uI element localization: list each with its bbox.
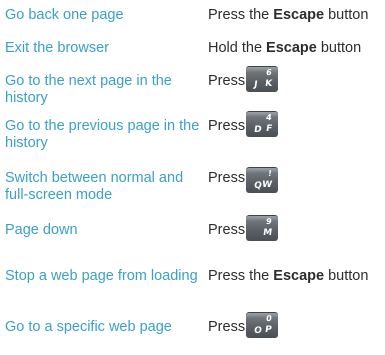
instruction-text: Press the <box>208 268 274 284</box>
instruction: Press the Escape button <box>208 7 368 24</box>
key-glyph: J <box>253 80 259 90</box>
key-glyph: D <box>253 125 263 135</box>
instruction-text: Press <box>208 118 246 134</box>
instruction-key-name: Escape <box>273 268 325 284</box>
key-glyph: P <box>264 325 273 335</box>
0-op-key-icon: 0OP <box>246 312 278 338</box>
key-glyph: O <box>253 326 263 336</box>
instruction-text: Press <box>208 170 246 186</box>
action-label: Page down <box>5 222 78 238</box>
action-label: Exit the browser <box>5 40 109 56</box>
instruction-text: Press <box>208 319 246 335</box>
instruction: Press 0OP <box>208 312 278 338</box>
key-glyph: ! <box>267 169 273 178</box>
instruction-key-name: Escape <box>266 40 317 56</box>
action-label: Go to the previous page in the history <box>5 118 200 151</box>
instruction-text: Press the <box>208 7 274 23</box>
instruction: Press 6JK <box>208 66 278 92</box>
instruction: Press 9M <box>208 215 278 241</box>
key-glyph: 6 <box>265 68 273 77</box>
instruction-text: Hold the <box>208 40 267 56</box>
action-label: Switch between normal and full-screen mo… <box>5 170 184 203</box>
key-glyph: F <box>265 124 273 134</box>
instruction-text: button <box>324 7 369 23</box>
action-label: Go to a specific web page <box>5 319 172 335</box>
key-glyph: 0 <box>265 314 273 323</box>
key-glyph: 9 <box>265 217 273 226</box>
action-label: Go to the next page in the history <box>5 73 172 106</box>
4-df-key-icon: 4DF <box>246 111 278 137</box>
key-glyph: W <box>261 180 273 190</box>
9-m-key-icon: 9M <box>246 215 278 241</box>
action-label: Stop a web page from loading <box>5 268 198 284</box>
instruction: Press the Escape button <box>208 268 368 285</box>
key-glyph: 4 <box>265 113 273 122</box>
exclaim-qw-key-icon: ! Q W <box>246 167 278 193</box>
instruction-text: Press <box>208 73 246 89</box>
action-label: Go back one page <box>5 7 124 23</box>
instruction-text: button <box>316 40 362 56</box>
instruction: Press ! Q W <box>208 167 278 193</box>
key-glyph: M <box>262 228 273 238</box>
key-glyph: K <box>264 79 273 89</box>
instruction-text: Press <box>208 222 246 238</box>
instruction: Press 4DF <box>208 111 278 137</box>
6-jk-key-icon: 6JK <box>246 66 278 92</box>
instruction-text: button <box>324 268 369 284</box>
instruction: Hold the Escape button <box>208 40 361 57</box>
instruction-key-name: Escape <box>273 7 325 23</box>
